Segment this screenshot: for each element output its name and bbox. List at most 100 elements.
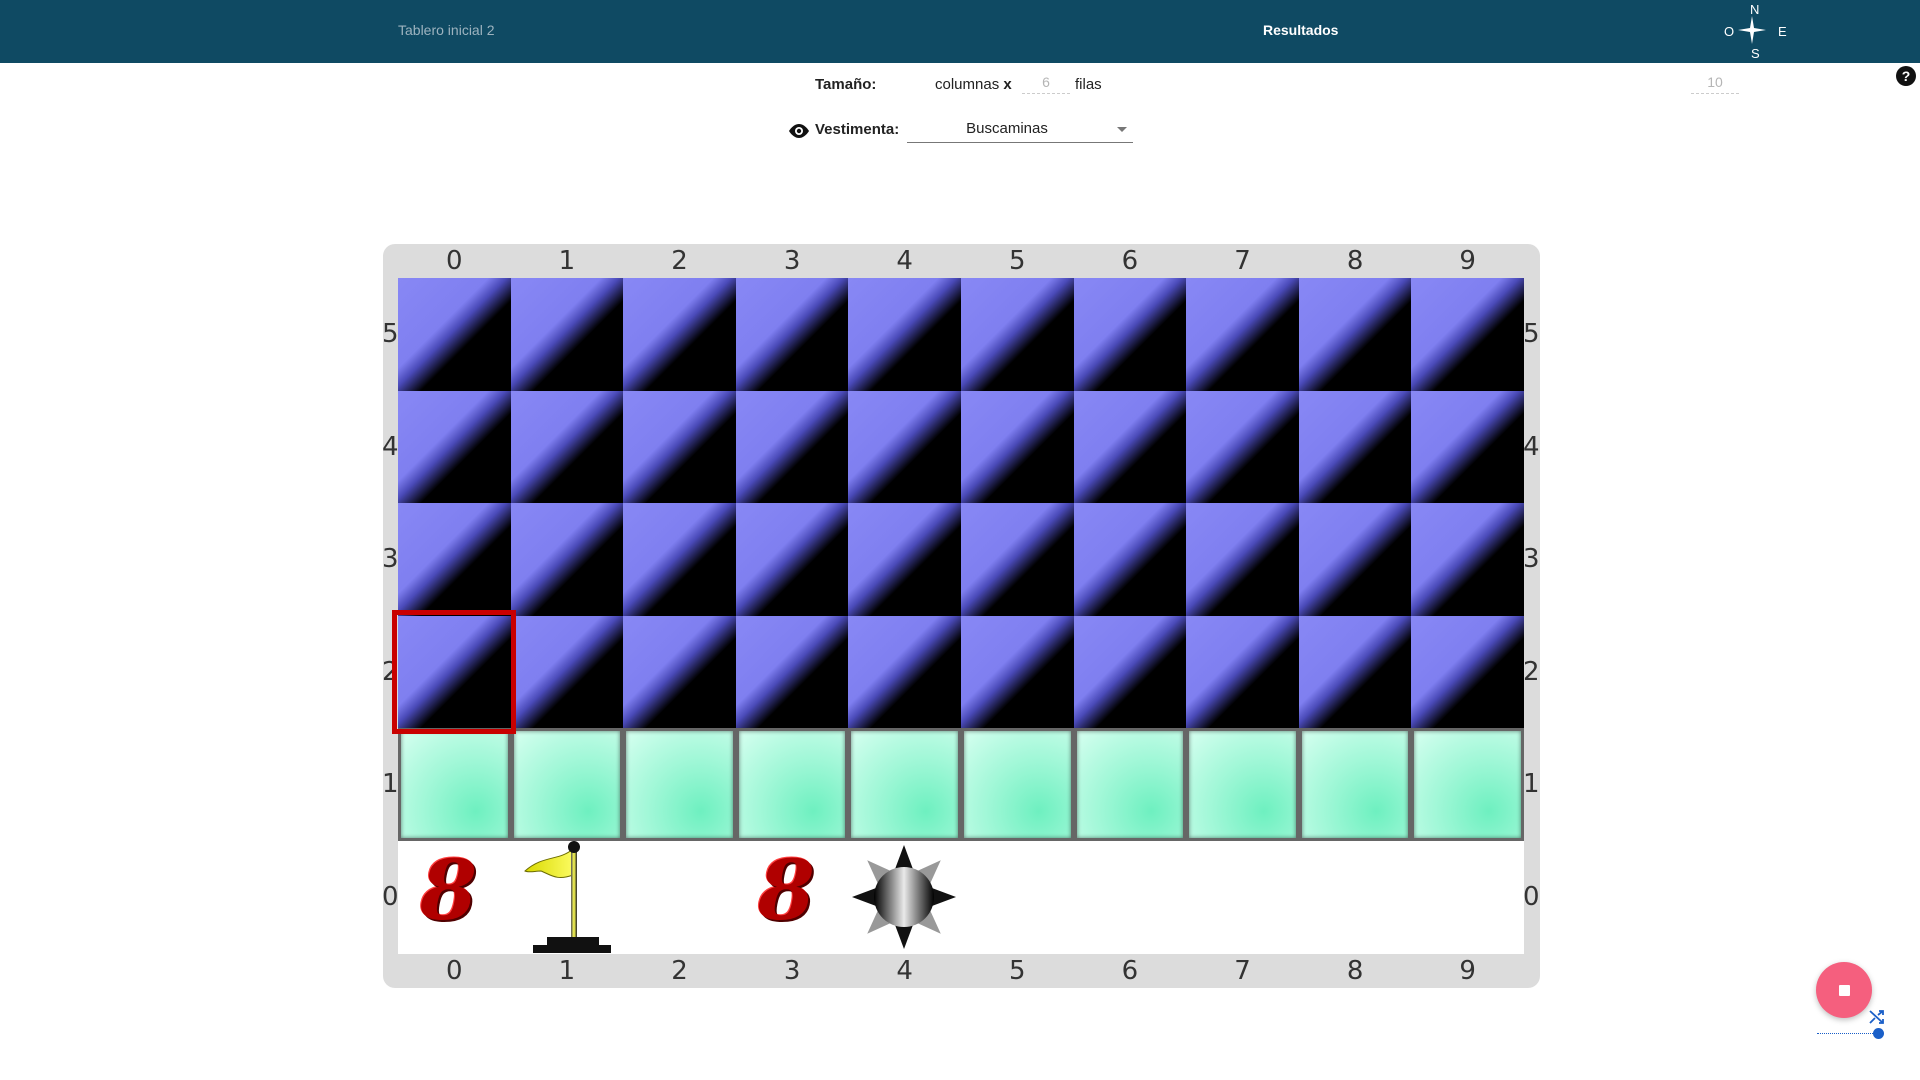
board-cell[interactable] — [1298, 841, 1412, 954]
board-cell[interactable] — [398, 278, 511, 391]
board-cell[interactable] — [1073, 615, 1187, 729]
column-label-bottom: 7 — [1234, 955, 1251, 986]
board-cell[interactable] — [961, 503, 1074, 616]
board-cell[interactable] — [848, 390, 961, 504]
column-label-bottom: 0 — [446, 955, 463, 986]
board-cell[interactable] — [623, 503, 736, 616]
board-cell[interactable] — [1186, 390, 1299, 504]
board-cell[interactable] — [1298, 278, 1412, 391]
flag-icon — [523, 841, 611, 953]
board-cell[interactable] — [735, 503, 849, 616]
board-cell[interactable] — [848, 278, 961, 391]
rows-text: filas — [1075, 76, 1102, 93]
board-cell[interactable] — [1411, 390, 1524, 504]
row-label-left: 3 — [382, 544, 399, 575]
board-cell[interactable] — [1411, 278, 1524, 391]
board-cell[interactable] — [623, 841, 736, 954]
rows-input[interactable] — [1022, 74, 1070, 94]
board-cell[interactable] — [510, 503, 624, 616]
tab-initial-board[interactable]: Tablero inicial 2 — [398, 22, 495, 38]
row-label-left: 4 — [382, 431, 399, 462]
board-cell[interactable] — [961, 841, 1074, 954]
board-cell[interactable] — [510, 615, 624, 729]
size-label: Tamaño: — [815, 76, 877, 93]
board-cell[interactable] — [1298, 728, 1412, 841]
number-eight-icon: 8 — [420, 843, 478, 939]
shuffle-icon[interactable] — [1868, 1008, 1886, 1026]
board-cell[interactable] — [510, 728, 624, 841]
column-label-top: 7 — [1234, 246, 1251, 276]
vestimenta-selected-value: Buscaminas — [966, 120, 1048, 137]
board-cell[interactable] — [398, 728, 511, 841]
board-cell[interactable] — [1186, 503, 1299, 616]
board-cell[interactable] — [735, 615, 849, 729]
row-label-right: 0 — [1523, 882, 1540, 912]
column-label-top: 2 — [671, 246, 688, 276]
stop-icon — [1839, 985, 1850, 996]
columns-input[interactable] — [1691, 74, 1739, 94]
column-label-top: 5 — [1009, 246, 1026, 276]
board-cell[interactable] — [623, 278, 736, 391]
vestimenta-label: Vestimenta: — [815, 121, 900, 138]
board-cell[interactable] — [735, 390, 849, 504]
board-cell[interactable] — [1186, 615, 1299, 729]
board: 0011223344556677889955443322110088 — [382, 244, 1540, 988]
board-cell[interactable] — [961, 615, 1074, 729]
tab-results[interactable]: Resultados — [1263, 22, 1338, 38]
column-label-top: 3 — [783, 246, 801, 276]
compass-east-label: E — [1778, 24, 1787, 39]
eye-icon[interactable] — [787, 123, 811, 139]
board-cell[interactable] — [1411, 728, 1524, 841]
board-cell[interactable] — [735, 728, 849, 841]
stop-button[interactable] — [1816, 962, 1872, 1018]
column-label-top: 6 — [1121, 246, 1139, 276]
board-cell[interactable] — [1186, 728, 1299, 841]
board-cell[interactable] — [1186, 841, 1299, 954]
board-cell[interactable] — [1411, 503, 1524, 616]
board-cell[interactable] — [510, 278, 624, 391]
help-icon[interactable]: ? — [1896, 66, 1916, 86]
board-cell[interactable] — [1411, 615, 1524, 729]
compass-north-label: N — [1750, 2, 1760, 17]
column-label-bottom: 9 — [1459, 955, 1476, 986]
column-label-bottom: 8 — [1346, 955, 1364, 986]
row-label-right: 5 — [1523, 319, 1540, 349]
compass-icon: N O E S — [1720, 0, 1787, 63]
board-cell[interactable] — [848, 615, 961, 729]
board-cell[interactable] — [1073, 503, 1187, 616]
number-eight-icon: 8 — [757, 843, 815, 939]
column-label-bottom: 2 — [671, 955, 688, 986]
board-cell[interactable] — [961, 278, 1074, 391]
row-label-right: 3 — [1523, 544, 1540, 575]
board-cell[interactable] — [1186, 278, 1299, 391]
board-cell[interactable] — [848, 728, 961, 841]
column-label-top: 1 — [558, 246, 576, 276]
board-cell[interactable] — [623, 615, 736, 729]
board-cell[interactable] — [623, 728, 736, 841]
board-cell[interactable] — [848, 503, 961, 616]
chevron-down-icon — [1117, 127, 1127, 132]
board-cell[interactable] — [1073, 728, 1187, 841]
board-cell[interactable] — [623, 390, 736, 504]
board-cell[interactable] — [961, 728, 1074, 841]
slider-knob[interactable] — [1873, 1028, 1884, 1039]
board-cell[interactable] — [398, 390, 511, 504]
speed-slider[interactable] — [1817, 1028, 1887, 1040]
compass-west-label: O — [1724, 24, 1735, 39]
board-cell[interactable] — [1411, 841, 1524, 954]
board-cell[interactable] — [1298, 503, 1412, 616]
board-cell[interactable] — [735, 278, 849, 391]
board-cell[interactable] — [398, 503, 511, 616]
board-cell[interactable] — [1298, 615, 1412, 729]
board-cell[interactable] — [961, 390, 1074, 504]
board-cell[interactable] — [1073, 390, 1187, 504]
board-cell[interactable] — [1073, 278, 1187, 391]
top-bar: Tablero inicial 2 Resultados N O E S — [0, 0, 1920, 63]
board-cell[interactable] — [510, 390, 624, 504]
column-label-top: 9 — [1459, 246, 1476, 276]
board-cell[interactable] — [1073, 841, 1187, 954]
column-label-bottom: 5 — [1009, 955, 1026, 986]
board-cell[interactable] — [1298, 390, 1412, 504]
column-label-top: 4 — [896, 246, 913, 276]
vestimenta-select[interactable]: Buscaminas — [907, 118, 1133, 143]
